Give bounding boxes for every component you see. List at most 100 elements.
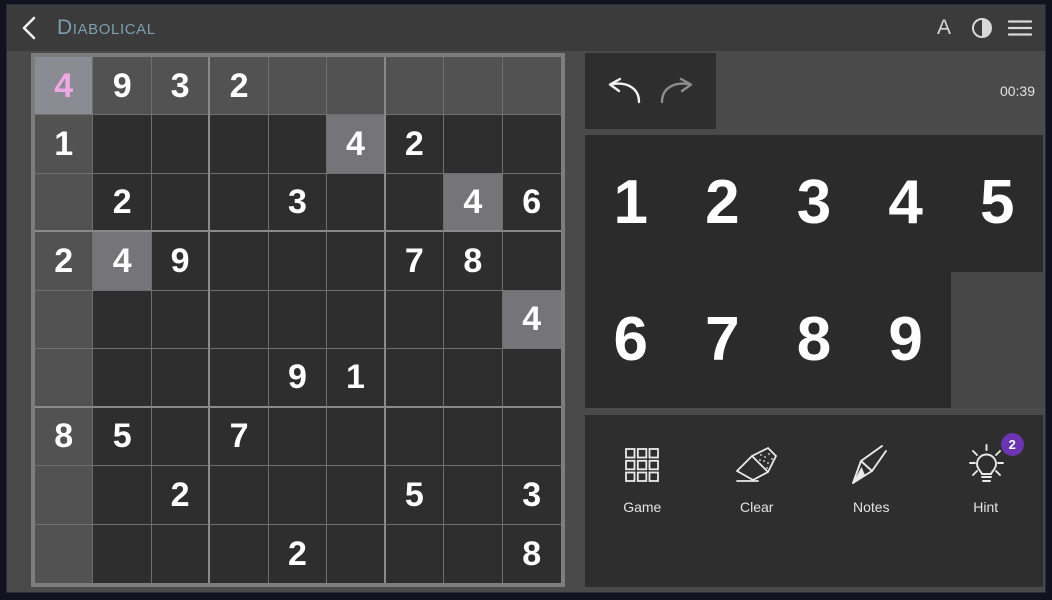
cell-r2c8[interactable] [444, 115, 503, 174]
cell-r5c7[interactable] [385, 290, 445, 350]
cell-r9c8[interactable] [444, 524, 503, 583]
cell-r2c9[interactable] [502, 115, 561, 174]
cell-r2c6[interactable]: 4 [327, 115, 386, 174]
cell-r4c9[interactable] [502, 232, 561, 291]
numpad-key-4[interactable]: 4 [860, 135, 952, 272]
numpad-key-5[interactable]: 5 [951, 135, 1043, 272]
cell-r1c4[interactable]: 2 [210, 57, 269, 116]
numpad-key-3[interactable]: 3 [768, 135, 860, 272]
cell-r5c1[interactable] [35, 290, 94, 350]
cell-r6c1[interactable] [35, 349, 94, 408]
cell-r1c5[interactable] [268, 57, 328, 116]
cell-r9c1[interactable] [35, 524, 94, 583]
cell-r1c9[interactable] [502, 57, 561, 116]
cell-r3c9[interactable]: 6 [502, 173, 561, 233]
cell-r4c5[interactable] [268, 232, 328, 291]
cell-r7c3[interactable] [151, 407, 211, 467]
cell-r5c4[interactable] [210, 290, 269, 350]
cell-r9c5[interactable]: 2 [268, 524, 328, 583]
cell-r5c2[interactable] [93, 290, 152, 350]
cell-r7c9[interactable] [502, 407, 561, 467]
cell-r4c7[interactable]: 7 [385, 232, 445, 291]
cell-r2c3[interactable] [151, 115, 211, 174]
cell-r3c3[interactable] [151, 173, 211, 233]
cell-r5c3[interactable] [151, 290, 211, 350]
back-button[interactable] [7, 5, 51, 51]
cell-r7c4[interactable]: 7 [210, 407, 269, 467]
cell-r1c3[interactable]: 3 [151, 57, 211, 116]
cell-r3c5[interactable]: 3 [268, 173, 328, 233]
cell-r4c6[interactable] [327, 232, 386, 291]
cell-r5c8[interactable] [444, 290, 503, 350]
cell-r1c8[interactable] [444, 57, 503, 116]
contrast-icon[interactable] [963, 5, 1001, 51]
cell-r3c1[interactable] [35, 173, 94, 233]
cell-r6c9[interactable] [502, 349, 561, 408]
cell-r7c8[interactable] [444, 407, 503, 467]
cell-r8c9[interactable]: 3 [502, 466, 561, 525]
sudoku-board[interactable]: 493214223462497849185725328 [31, 53, 565, 587]
cell-r4c1[interactable]: 2 [35, 232, 94, 291]
cell-r6c7[interactable] [385, 349, 445, 408]
cell-r3c7[interactable] [385, 173, 445, 233]
cell-r8c4[interactable] [210, 466, 269, 525]
numpad-key-1[interactable]: 1 [585, 135, 677, 272]
cell-r6c3[interactable] [151, 349, 211, 408]
cell-r1c6[interactable] [327, 57, 386, 116]
cell-r9c6[interactable] [327, 524, 386, 583]
cell-r9c4[interactable] [210, 524, 269, 583]
cell-r7c1[interactable]: 8 [35, 407, 94, 467]
cell-r8c5[interactable] [268, 466, 328, 525]
cell-r6c4[interactable] [210, 349, 269, 408]
cell-r2c2[interactable] [93, 115, 152, 174]
cell-r7c7[interactable] [385, 407, 445, 467]
cell-r7c6[interactable] [327, 407, 386, 467]
cell-r3c4[interactable] [210, 173, 269, 233]
font-size-icon[interactable]: A [925, 5, 963, 51]
cell-r5c9[interactable]: 4 [502, 290, 561, 350]
cell-r6c2[interactable] [93, 349, 152, 408]
clear-button[interactable]: Clear [700, 437, 815, 515]
cell-r1c7[interactable] [385, 57, 445, 116]
cell-r9c7[interactable] [385, 524, 445, 583]
cell-r2c1[interactable]: 1 [35, 115, 94, 174]
cell-r1c2[interactable]: 9 [93, 57, 152, 116]
cell-r3c8[interactable]: 4 [444, 173, 503, 233]
cell-r2c5[interactable] [268, 115, 328, 174]
cell-r9c2[interactable] [93, 524, 152, 583]
cell-r8c3[interactable]: 2 [151, 466, 211, 525]
cell-r7c2[interactable]: 5 [93, 407, 152, 467]
cell-r4c2[interactable]: 4 [93, 232, 152, 291]
cell-r9c9[interactable]: 8 [502, 524, 561, 583]
numpad-key-8[interactable]: 8 [768, 272, 860, 409]
cell-r4c4[interactable] [210, 232, 269, 291]
cell-r4c8[interactable]: 8 [444, 232, 503, 291]
redo-button[interactable] [654, 67, 702, 115]
cell-r8c7[interactable]: 5 [385, 466, 445, 525]
cell-r3c2[interactable]: 2 [93, 173, 152, 233]
cell-r1c1[interactable]: 4 [35, 57, 94, 116]
cell-r5c6[interactable] [327, 290, 386, 350]
cell-r6c5[interactable]: 9 [268, 349, 328, 408]
cell-r8c2[interactable] [93, 466, 152, 525]
cell-r2c4[interactable] [210, 115, 269, 174]
numpad-key-6[interactable]: 6 [585, 272, 677, 409]
cell-r6c6[interactable]: 1 [327, 349, 386, 408]
number-pad[interactable]: 12345 6789 [585, 135, 1043, 408]
cell-r4c3[interactable]: 9 [151, 232, 211, 291]
cell-r5c5[interactable] [268, 290, 328, 350]
numpad-key-7[interactable]: 7 [677, 272, 769, 409]
hint-button[interactable]: 2 Hint [929, 433, 1044, 515]
cell-r8c8[interactable] [444, 466, 503, 525]
cell-r7c5[interactable] [268, 407, 328, 467]
numpad-key-9[interactable]: 9 [860, 272, 952, 409]
undo-button[interactable] [599, 67, 647, 115]
cell-r8c1[interactable] [35, 466, 94, 525]
numpad-key-2[interactable]: 2 [677, 135, 769, 272]
menu-icon[interactable] [1001, 5, 1039, 51]
cell-r2c7[interactable]: 2 [385, 115, 445, 174]
game-button[interactable]: Game [585, 437, 700, 515]
notes-button[interactable]: Notes [814, 437, 929, 515]
cell-r9c3[interactable] [151, 524, 211, 583]
cell-r3c6[interactable] [327, 173, 386, 233]
